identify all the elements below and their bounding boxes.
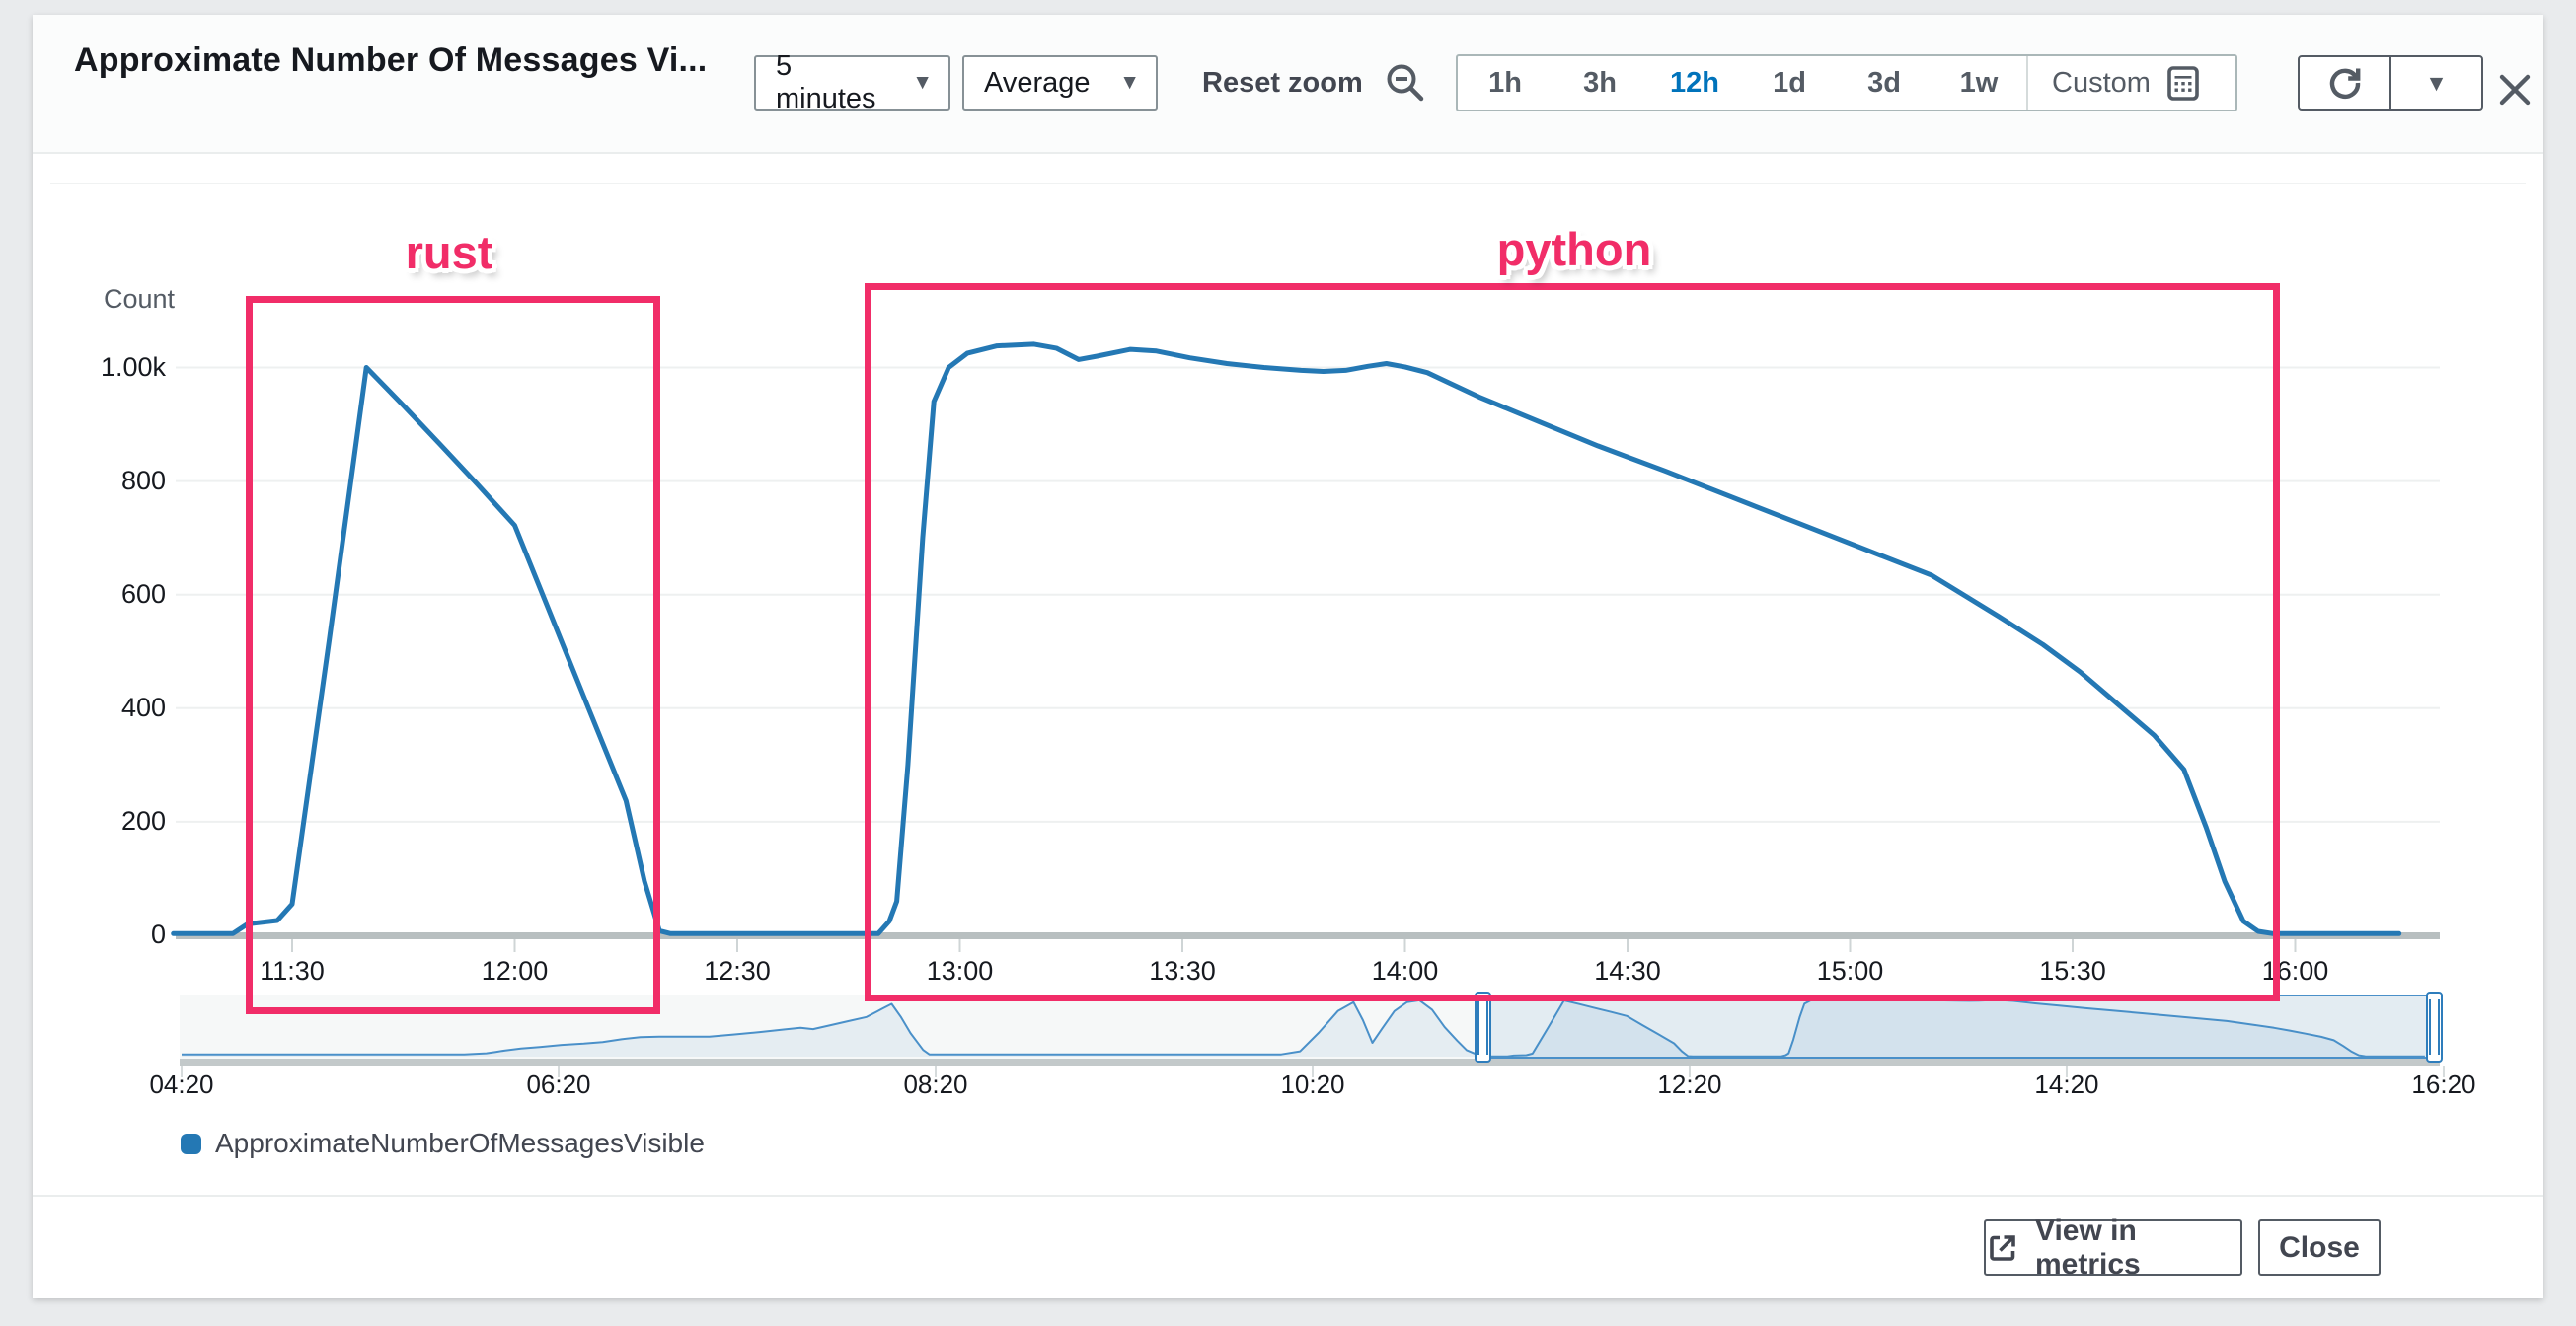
statistic-select[interactable]: Average ▼ [962,55,1158,110]
x-tick-label: 13:00 [891,956,1029,987]
refresh-split-button: ▼ [2298,55,2483,110]
navigator-tick-label: 10:20 [1244,1069,1382,1100]
chevron-down-icon: ▼ [912,71,933,95]
calendar-icon [2166,64,2200,102]
statistic-select-value: Average [984,67,1091,100]
y-tick-label: 0 [20,920,166,950]
zoom-out-icon [1385,62,1426,104]
time-range-button-1d[interactable]: 1d [1742,56,1837,110]
page: { "dialog": { "title": "Approximate Numb… [0,0,2576,1326]
x-tick-label: 14:30 [1558,956,1697,987]
navigator-tick-label: 14:20 [1998,1069,2136,1100]
view-in-metrics-button[interactable]: View in metrics [1984,1219,2242,1276]
time-range-button-3d[interactable]: 3d [1837,56,1932,110]
y-tick-label: 800 [20,466,166,496]
navigator-tick-label: 04:20 [113,1069,251,1100]
time-range-custom-button[interactable]: Custom [2026,56,2235,110]
close-button-label: Close [2279,1231,2360,1265]
y-tick-label: 1.00k [20,352,166,383]
external-link-icon [1986,1231,2019,1265]
navigator-brush-left-handle[interactable] [1475,992,1491,1063]
time-range-button-3h[interactable]: 3h [1553,56,1647,110]
period-select[interactable]: 5 minutes ▼ [754,55,950,110]
time-range-button-1w[interactable]: 1w [1932,56,2026,110]
close-icon [2495,70,2535,110]
period-select-value: 5 minutes [776,50,894,115]
y-tick-label: 200 [20,806,166,837]
refresh-options-button[interactable]: ▼ [2389,57,2481,109]
x-tick-label: 12:00 [446,956,584,987]
x-tick-label: 15:00 [1781,956,1920,987]
navigator-brush-right-handle[interactable] [2426,992,2443,1063]
refresh-icon [2325,63,2365,103]
x-tick-label: 11:30 [223,956,361,987]
time-range-button-12h[interactable]: 12h [1647,56,1742,110]
time-range-group: 1h3h12h1d3d1w Custom [1456,54,2237,111]
navigator-tick-label: 12:20 [1621,1069,1759,1100]
legend-item[interactable]: ApproximateNumberOfMessagesVisible [181,1128,705,1159]
x-tick-label: 12:30 [668,956,806,987]
x-tick-label: 13:30 [1113,956,1251,987]
x-tick-label: 15:30 [2004,956,2142,987]
y-tick-label: 600 [20,579,166,610]
brush-grip-icon [2429,999,2440,1055]
x-tick-label: 14:00 [1336,956,1475,987]
custom-range-label: Custom [2052,67,2151,100]
dialog-footer: View in metrics Close [33,1195,2543,1298]
reset-zoom-button[interactable]: Reset zoom [1202,55,1426,110]
chevron-down-icon: ▼ [1119,71,1140,95]
chevron-down-icon: ▼ [2425,70,2448,97]
chart-widget-top-border [50,183,2526,184]
navigator-tick-label: 08:20 [867,1069,1005,1100]
navigator-brush-selection[interactable] [1491,994,2426,1059]
refresh-button[interactable] [2300,57,2389,109]
view-in-metrics-label: View in metrics [2035,1215,2240,1282]
dialog-header: Approximate Number Of Messages Vi... 5 m… [33,15,2543,154]
navigator-tick-label: 16:20 [2375,1069,2513,1100]
time-range-button-1h[interactable]: 1h [1458,56,1553,110]
brush-grip-icon [1477,999,1488,1055]
y-tick-label: 400 [20,693,166,723]
x-tick-label: 16:00 [2227,956,2365,987]
y-axis-title: Count [104,284,175,315]
legend-label: ApproximateNumberOfMessagesVisible [215,1128,705,1159]
navigator-tick-label: 06:20 [490,1069,628,1100]
close-button[interactable]: Close [2258,1219,2381,1276]
close-dialog-button[interactable] [2492,67,2538,112]
legend-color-swatch [181,1134,201,1154]
dialog-title: Approximate Number Of Messages Vi... [74,41,707,80]
reset-zoom-label: Reset zoom [1202,67,1363,100]
metric-dialog: Approximate Number Of Messages Vi... 5 m… [33,15,2543,1298]
